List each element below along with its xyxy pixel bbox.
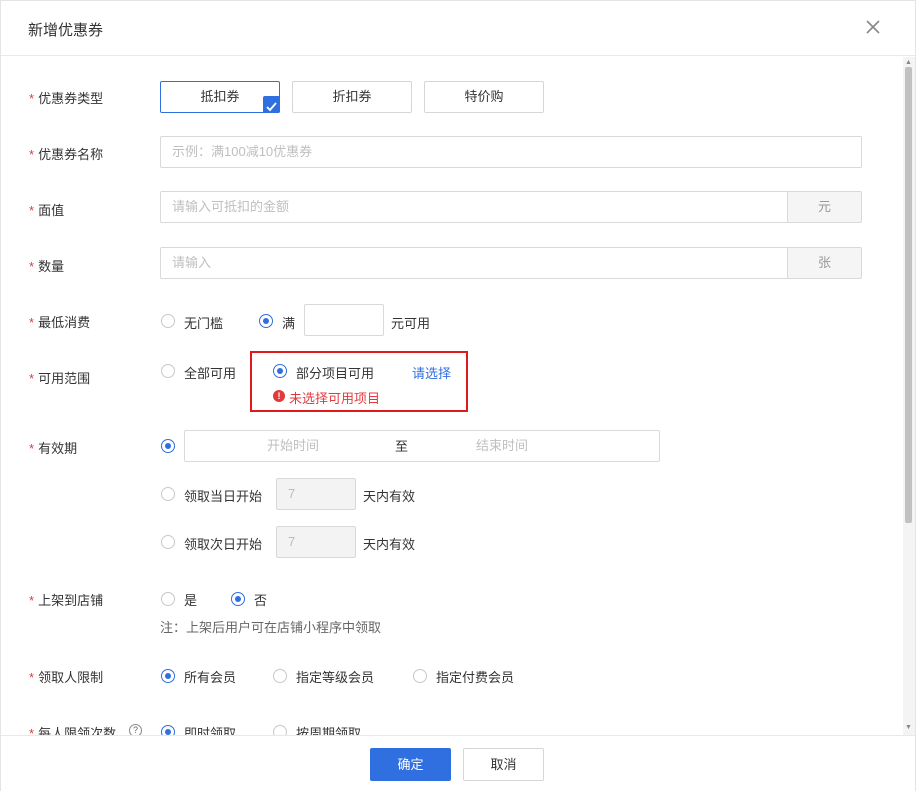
confirm-button[interactable]: 确定 (370, 748, 451, 781)
min-spend-none-label: 无门槛 (184, 316, 224, 331)
check-icon (263, 96, 280, 113)
validity-label: * 有效期 (29, 438, 77, 457)
start-date-input[interactable]: 开始时间 (267, 431, 319, 461)
list-on-store-yes-radio[interactable] (161, 592, 175, 606)
validity-same-day-label: 领取当日开始 (184, 489, 263, 504)
coupon-type-label: * 优惠券类型 (29, 88, 103, 107)
per-person-periodic-label: 按周期领取 (296, 726, 362, 735)
required-mark: * (29, 91, 35, 106)
coupon-type-deduction-button[interactable]: 抵扣券 (160, 81, 280, 113)
required-mark: * (29, 371, 35, 386)
quantity-label-text: 数量 (38, 259, 65, 274)
list-on-store-note: 注：上架后用户可在店铺小程序中领取 (160, 620, 382, 635)
required-mark: * (29, 259, 35, 274)
quantity-label: * 数量 (29, 256, 64, 275)
validity-next-day-label: 领取次日开始 (184, 537, 263, 552)
coupon-type-special-price-button[interactable]: 特价购 (424, 81, 544, 113)
validity-same-day-suffix: 天内有效 (363, 489, 416, 504)
list-on-store-no-radio[interactable] (231, 592, 245, 606)
coupon-type-special-price-label: 特价购 (464, 89, 504, 104)
scroll-up-arrow-icon[interactable]: ▲ (905, 59, 912, 66)
dialog-body: * 优惠券类型 抵扣券 折扣券 特价购 * 优惠券名称 示例：满100减10优惠券 … (1, 57, 904, 735)
receiver-limit-label: * 领取人限制 (29, 667, 103, 686)
close-icon[interactable] (863, 17, 883, 37)
required-mark: * (29, 315, 35, 330)
validity-label-text: 有效期 (38, 441, 78, 456)
coupon-type-label-text: 优惠券类型 (38, 91, 104, 106)
scope-label: * 可用范围 (29, 368, 90, 387)
receiver-level-members-label: 指定等级会员 (296, 670, 375, 685)
per-person-periodic-radio[interactable] (273, 725, 287, 735)
cancel-button[interactable]: 取消 (463, 748, 544, 781)
list-on-store-no-label: 否 (254, 593, 268, 608)
required-mark: * (29, 670, 35, 685)
face-value-input[interactable]: 请输入可抵扣的金额 (160, 191, 788, 223)
scope-partial-label: 部分项目可用 (296, 366, 375, 381)
required-mark: * (29, 203, 35, 218)
coupon-name-input[interactable]: 示例：满100减10优惠券 (160, 136, 862, 168)
per-person-instant-radio[interactable] (161, 725, 175, 735)
scope-partial-radio[interactable] (273, 364, 287, 378)
coupon-type-deduction-label: 抵扣券 (200, 89, 240, 104)
scope-select-link[interactable]: 请选择 (412, 363, 451, 382)
min-spend-suffix: 元可用 (391, 316, 431, 331)
coupon-name-label: * 优惠券名称 (29, 144, 103, 163)
min-spend-label-text: 最低消费 (38, 315, 91, 330)
face-value-unit: 元 (787, 191, 862, 223)
required-mark: * (29, 593, 35, 608)
coupon-name-label-text: 优惠券名称 (38, 147, 104, 162)
validity-next-day-radio[interactable] (161, 535, 175, 549)
receiver-level-members-radio[interactable] (273, 669, 287, 683)
quantity-input[interactable]: 请输入 (160, 247, 788, 279)
per-person-limit-label-text: 每人限领次数 (38, 726, 117, 735)
validity-next-day-days-input[interactable]: 7 (276, 526, 356, 558)
error-icon: ! (273, 390, 285, 402)
list-on-store-yes-label: 是 (184, 593, 198, 608)
coupon-type-discount-label: 折扣券 (332, 89, 372, 104)
question-circle-icon[interactable]: ? (129, 724, 142, 735)
scope-error-message: 未选择可用项目 (289, 391, 381, 406)
end-date-input[interactable]: 结束时间 (476, 431, 528, 461)
receiver-limit-label-text: 领取人限制 (38, 670, 104, 685)
min-spend-none-radio[interactable] (161, 314, 175, 328)
quantity-unit: 张 (787, 247, 862, 279)
dialog-title: 新增优惠券 (28, 22, 104, 39)
receiver-all-members-label: 所有会员 (184, 670, 237, 685)
list-on-store-label-text: 上架到店铺 (38, 593, 104, 608)
per-person-instant-label: 即时领取 (184, 726, 237, 735)
min-spend-full-radio[interactable] (259, 314, 273, 328)
scope-all-radio[interactable] (161, 364, 175, 378)
scroll-down-arrow-icon[interactable]: ▼ (905, 724, 912, 731)
scope-label-text: 可用范围 (38, 371, 91, 386)
dialog-footer: 确定 取消 (1, 735, 915, 791)
receiver-all-members-radio[interactable] (161, 669, 175, 683)
validity-next-day-suffix: 天内有效 (363, 537, 416, 552)
list-on-store-label: * 上架到店铺 (29, 590, 103, 609)
receiver-paid-members-radio[interactable] (413, 669, 427, 683)
min-spend-amount-input[interactable] (304, 304, 384, 336)
validity-same-day-days-input[interactable]: 7 (276, 478, 356, 510)
validity-date-range[interactable]: 开始时间 至 结束时间 (184, 430, 660, 462)
face-value-label-text: 面值 (38, 203, 65, 218)
validity-same-day-radio[interactable] (161, 487, 175, 501)
coupon-type-discount-button[interactable]: 折扣券 (292, 81, 412, 113)
min-spend-label: * 最低消费 (29, 312, 90, 331)
face-value-label: * 面值 (29, 200, 64, 219)
date-range-separator: 至 (395, 439, 409, 454)
per-person-limit-label: * 每人限领次数 (29, 723, 116, 735)
required-mark: * (29, 441, 35, 456)
scrollbar-thumb[interactable] (905, 67, 912, 523)
receiver-paid-members-label: 指定付费会员 (436, 670, 515, 685)
min-spend-full-label: 满 (282, 316, 296, 331)
validity-range-radio[interactable] (161, 439, 175, 453)
dialog-header: 新增优惠券 (1, 1, 915, 56)
required-mark: * (29, 726, 35, 735)
add-coupon-dialog: 新增优惠券 * 优惠券类型 抵扣券 折扣券 特价购 * 优惠券名称 示例：满100减… (0, 0, 916, 791)
scope-all-label: 全部可用 (184, 366, 237, 381)
required-mark: * (29, 147, 35, 162)
